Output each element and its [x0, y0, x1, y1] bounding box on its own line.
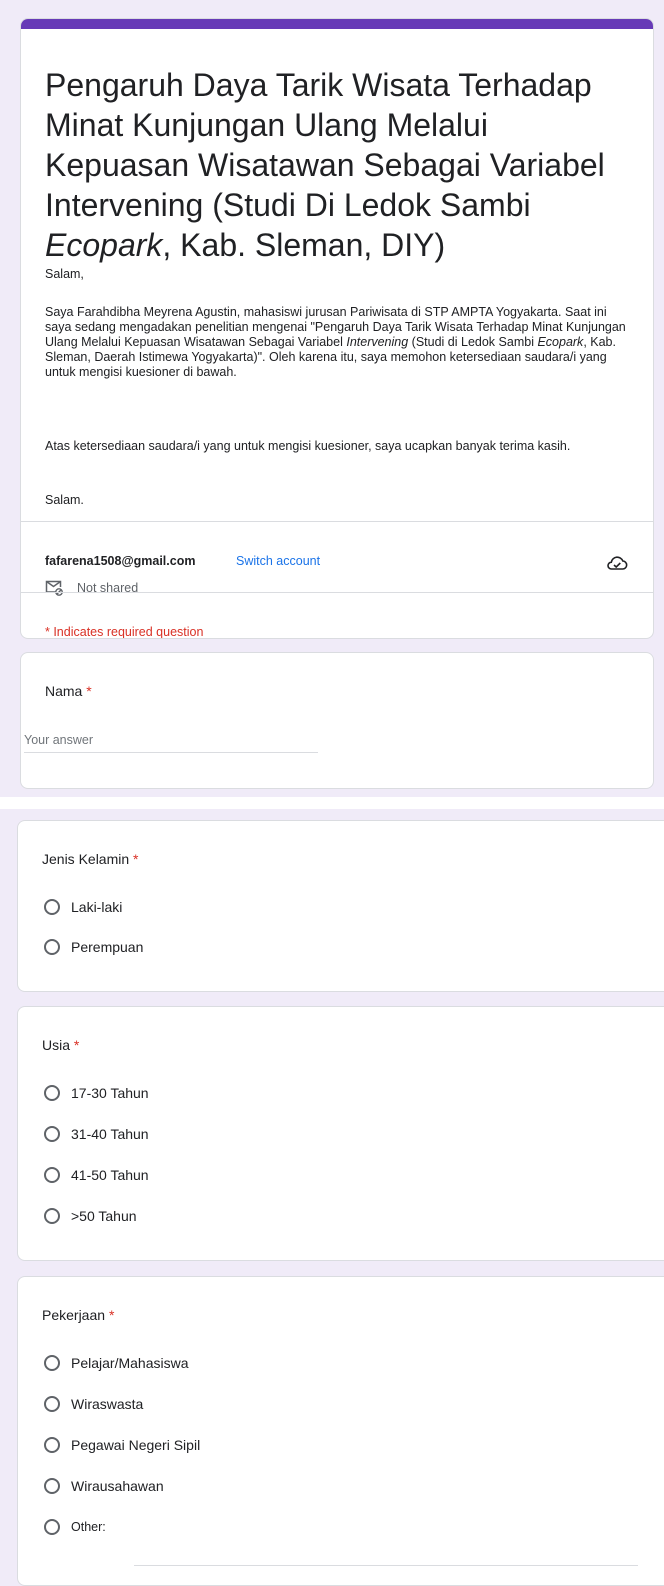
radio-option-pelajar-mahasiswa[interactable]: Pelajar/Mahasiswa [44, 1355, 189, 1371]
radio-option-wiraswasta[interactable]: Wiraswasta [44, 1396, 143, 1412]
question-title: Usia [42, 1037, 71, 1053]
radio-button[interactable] [44, 1355, 60, 1371]
question-label-usia: Usia * [42, 1037, 79, 1053]
radio-button[interactable] [44, 1519, 60, 1535]
description-paragraph-2: Atas ketersediaan saudara/i yang untuk m… [45, 439, 571, 453]
form-title: Pengaruh Daya Tarik Wisata Terhadap Mina… [45, 67, 605, 263]
radio-button[interactable] [44, 1126, 60, 1142]
form-header-card: Pengaruh Daya Tarik Wisata Terhadap Mina… [20, 18, 654, 639]
radio-button[interactable] [44, 1167, 60, 1183]
option-label: 41-50 Tahun [71, 1167, 149, 1183]
cloud-done-icon [606, 554, 628, 572]
question-card-pekerjaan: Pekerjaan * Pelajar/Mahasiswa Wiraswasta… [17, 1276, 664, 1586]
required-asterisk: * [133, 851, 139, 867]
radio-button[interactable] [44, 1396, 60, 1412]
radio-option-31-40[interactable]: 31-40 Tahun [44, 1126, 149, 1142]
nama-text-input[interactable] [24, 728, 318, 753]
theme-accent-bar [21, 19, 653, 29]
question-card-nama: Nama * [20, 652, 654, 789]
option-label: Wiraswasta [71, 1396, 144, 1412]
option-label: Pelajar/Mahasiswa [71, 1355, 189, 1371]
question-title: Nama [45, 683, 83, 699]
question-label-pekerjaan: Pekerjaan * [42, 1307, 114, 1323]
question-label-jenis-kelamin: Jenis Kelamin * [42, 851, 139, 867]
question-label-nama: Nama * [45, 683, 92, 699]
required-asterisk: * [108, 1307, 115, 1323]
account-email: fafarena1508@gmail.com [45, 554, 196, 568]
required-asterisk: * [73, 1037, 80, 1053]
description-greeting: Salam, [45, 267, 84, 281]
question-title: Jenis Kelamin [42, 851, 130, 867]
radio-option-pegawai-negeri-sipil[interactable]: Pegawai Negeri Sipil [44, 1437, 200, 1453]
required-asterisk: * [86, 683, 92, 699]
mail-not-shared-icon [45, 580, 63, 596]
option-label: Laki-laki [71, 899, 123, 915]
radio-button[interactable] [44, 1085, 60, 1101]
radio-option-wirausahawan[interactable]: Wirausahawan [44, 1478, 164, 1494]
question-card-usia: Usia * 17-30 Tahun 31-40 Tahun 41-50 Tah… [17, 1006, 664, 1261]
switch-account-link[interactable]: Switch account [236, 554, 320, 568]
radio-option-over-50[interactable]: >50 Tahun [44, 1208, 137, 1224]
option-label: Perempuan [71, 939, 144, 955]
option-label: >50 Tahun [71, 1208, 137, 1224]
required-question-note: * Indicates required question [45, 625, 204, 639]
question-title: Pekerjaan [42, 1307, 106, 1323]
radio-option-laki-laki[interactable]: Laki-laki [44, 899, 122, 915]
question-card-jenis-kelamin: Jenis Kelamin * Laki-laki Perempuan [17, 820, 664, 992]
radio-option-41-50[interactable]: 41-50 Tahun [44, 1167, 149, 1183]
option-label: Pegawai Negeri Sipil [71, 1437, 201, 1453]
option-label: Other: [71, 1520, 106, 1534]
page-separator [0, 797, 664, 809]
radio-button[interactable] [44, 1478, 60, 1494]
description-paragraph-1: Saya Farahdibha Meyrena Agustin, mahasis… [45, 305, 626, 379]
other-text-input[interactable] [134, 1565, 638, 1566]
radio-option-perempuan[interactable]: Perempuan [44, 939, 143, 955]
radio-option-17-30[interactable]: 17-30 Tahun [44, 1085, 149, 1101]
radio-button[interactable] [44, 899, 60, 915]
option-label: Wirausahawan [71, 1478, 164, 1494]
description-closing: Salam. [45, 493, 84, 507]
option-label: 31-40 Tahun [71, 1126, 149, 1142]
header-divider [21, 521, 653, 522]
radio-option-other[interactable]: Other: [44, 1519, 106, 1535]
radio-button[interactable] [44, 939, 60, 955]
radio-button[interactable] [44, 1437, 60, 1453]
radio-button[interactable] [44, 1208, 60, 1224]
account-divider [21, 592, 653, 593]
option-label: 17-30 Tahun [71, 1085, 149, 1101]
